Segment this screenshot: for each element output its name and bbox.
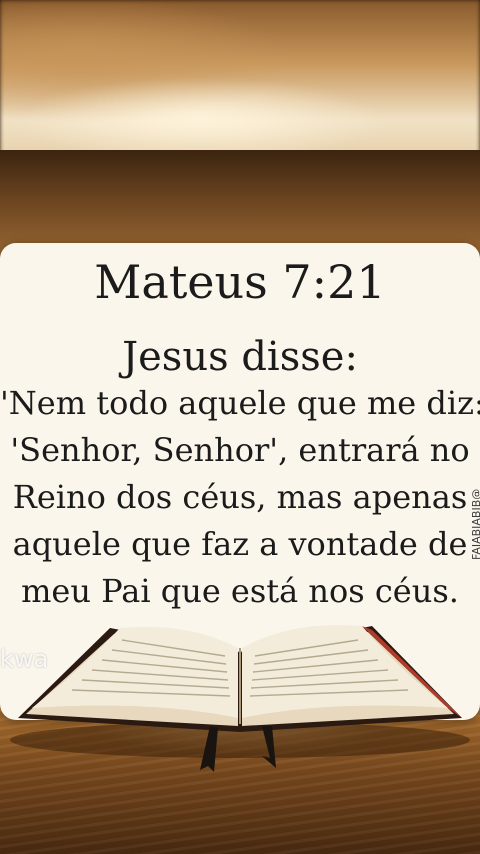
verse-line: aquele que faz a vontade de <box>12 525 468 563</box>
watermark-left: kwa <box>0 645 49 673</box>
verse-line: 'Senhor, Senhor', entrará no <box>10 431 470 469</box>
blurred-background-top <box>0 0 480 160</box>
bible-left-page <box>32 626 238 718</box>
bible-right-page <box>242 624 448 718</box>
verse-line: 'Nem todo aquele que me diz: <box>0 384 480 422</box>
watermark-right: FAIABIABIB@ <box>470 488 480 560</box>
open-bible-icon <box>10 624 470 772</box>
verse-reference: Mateus 7:21 <box>94 255 386 309</box>
verse-intro: Jesus disse: <box>122 334 358 380</box>
verse-line: Reino dos céus, mas apenas <box>12 478 468 516</box>
scene: Mateus 7:21 Jesus disse: 'Nem todo aquel… <box>0 0 480 854</box>
